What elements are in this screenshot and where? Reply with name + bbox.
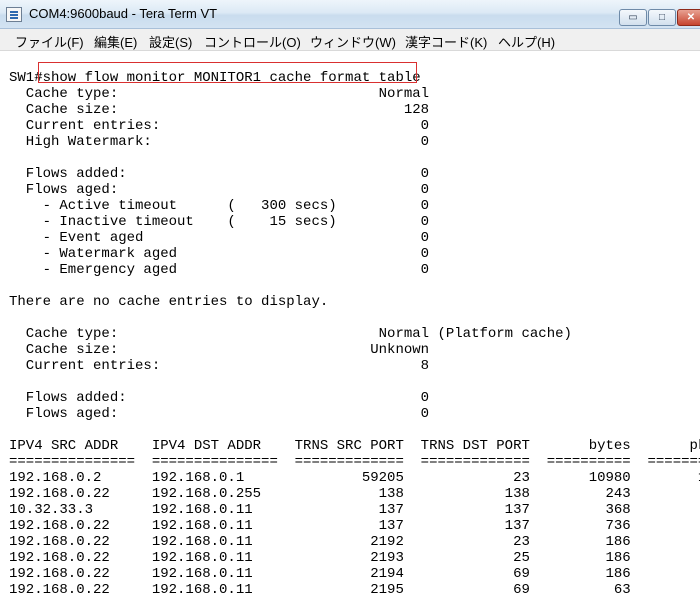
maximize-button[interactable]: □ <box>648 9 676 26</box>
menu-edit[interactable]: 編集(E) <box>94 32 137 51</box>
terminal-output[interactable]: SW1#show flow monitor MONITOR1 cache for… <box>0 51 700 608</box>
close-button[interactable]: ✕ <box>677 9 700 26</box>
terminal-line: - Emergency aged 0 <box>9 262 430 278</box>
terminal-line: Flows added: 0 <box>9 390 430 406</box>
command-highlight-box <box>38 62 417 83</box>
menu-setup[interactable]: 設定(S) <box>149 32 192 51</box>
terminal-line: Flows aged: 0 <box>9 182 430 198</box>
terminal-line: =============== =============== ========… <box>9 454 700 470</box>
terminal-line: Cache type: Normal (Platform cache) <box>9 326 572 342</box>
terminal-line: Cache type: Normal <box>9 86 430 102</box>
title-bar[interactable]: COM4:9600baud - Tera Term VT ▭ □ ✕ <box>0 0 700 29</box>
terminal-line: 192.168.0.2 192.168.0.1 59205 23 10980 1… <box>9 470 700 486</box>
terminal-line: Cache size: Unknown <box>9 342 430 358</box>
terminal-line: 192.168.0.22 192.168.0.255 138 138 243 1 <box>9 486 700 502</box>
menu-window[interactable]: ウィンドウ(W) <box>310 32 396 51</box>
terminal-line: 10.32.33.3 192.168.0.11 137 137 368 4 <box>9 502 700 518</box>
menu-bar: ファイル(F) 編集(E) 設定(S) コントロール(O) ウィンドウ(W) 漢… <box>0 29 700 51</box>
terminal-line: 192.168.0.22 192.168.0.11 137 137 736 8 <box>9 518 700 534</box>
menu-file[interactable]: ファイル(F) <box>15 32 84 51</box>
terminal-line: - Inactive timeout ( 15 secs) 0 <box>9 214 430 230</box>
terminal-line: - Event aged 0 <box>9 230 430 246</box>
terminal-line: There are no cache entries to display. <box>9 294 329 310</box>
terminal-line: High Watermark: 0 <box>9 134 430 150</box>
terminal-line: Current entries: 8 <box>9 358 430 374</box>
menu-control[interactable]: コントロール(O) <box>204 32 301 51</box>
terminal-line: IPV4 SRC ADDR IPV4 DST ADDR TRNS SRC POR… <box>9 438 700 454</box>
tera-term-icon <box>6 7 22 22</box>
minimize-button[interactable]: ▭ <box>619 9 647 26</box>
terminal-line: - Active timeout ( 300 secs) 0 <box>9 198 430 214</box>
terminal-line: 192.168.0.22 192.168.0.11 2193 25 186 3 <box>9 550 700 566</box>
terminal-line: 192.168.0.22 192.168.0.11 2194 69 186 3 <box>9 566 700 582</box>
menu-help[interactable]: ヘルプ(H) <box>498 32 555 51</box>
terminal-line: 192.168.0.22 192.168.0.11 2192 23 186 3 <box>9 534 700 550</box>
window-title: COM4:9600baud - Tera Term VT <box>29 6 218 21</box>
terminal-line: Current entries: 0 <box>9 118 430 134</box>
terminal-line: 192.168.0.22 192.168.0.11 2195 69 63 1 <box>9 582 700 598</box>
menu-kanji-code[interactable]: 漢字コード(K) <box>405 32 487 51</box>
terminal-line: Cache size: 128 <box>9 102 430 118</box>
terminal-line: Flows added: 0 <box>9 166 430 182</box>
terminal-line: Flows aged: 0 <box>9 406 430 422</box>
terminal-line: - Watermark aged 0 <box>9 246 430 262</box>
